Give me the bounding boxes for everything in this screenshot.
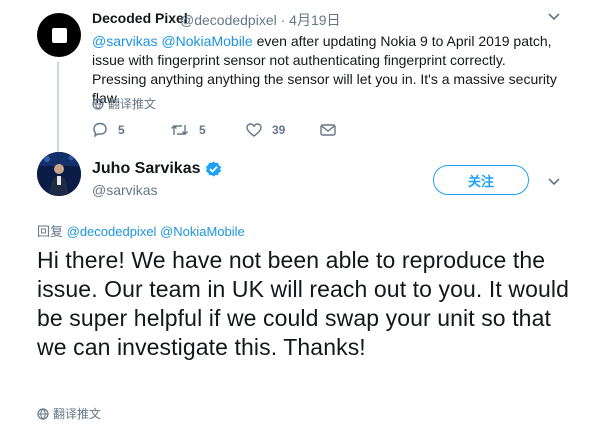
retweet-button[interactable]: 5	[170, 123, 246, 137]
verified-badge-icon	[205, 161, 222, 178]
message-button[interactable]	[320, 123, 336, 136]
translate-label: 翻译推文	[53, 407, 102, 421]
profile-photo	[37, 152, 81, 196]
mention-link[interactable]: @NokiaMobile	[161, 33, 252, 49]
retweet-count: 5	[199, 122, 206, 137]
tweet-text: Hi there! We have not been able to repro…	[37, 247, 569, 360]
author-handle[interactable]: @sarvikas	[92, 182, 158, 198]
avatar-decodedpixel[interactable]	[37, 13, 81, 57]
globe-icon	[37, 407, 49, 420]
replying-to: 回复 @decodedpixel @NokiaMobile	[37, 221, 245, 240]
author-handle-date[interactable]: @decodedpixel · 4月19日	[180, 10, 341, 30]
chevron-down-icon[interactable]	[548, 12, 562, 22]
reply-icon	[93, 122, 107, 137]
like-count: 39	[272, 122, 286, 137]
thread-line	[57, 62, 59, 155]
translate-link[interactable]: 翻译推文	[37, 405, 101, 422]
replying-mentions[interactable]: @decodedpixel @NokiaMobile	[67, 224, 245, 239]
logo-square	[51, 27, 67, 43]
reply-count: 5	[118, 122, 125, 137]
retweet-icon	[171, 124, 188, 135]
author-name[interactable]: Juho Sarvikas	[92, 160, 201, 178]
chevron-down-icon[interactable]	[548, 174, 560, 189]
translate-label: 翻译推文	[108, 97, 157, 111]
mention-link[interactable]: @sarvikas	[92, 33, 158, 49]
avatar-sarvikas[interactable]	[37, 152, 81, 196]
author-name[interactable]: Decoded Pixel	[92, 10, 188, 26]
tweet-text: @sarvikas @NokiaMobile even after updati…	[92, 32, 562, 108]
reply-button[interactable]: 5	[92, 122, 170, 137]
follow-button[interactable]: 关注	[433, 165, 529, 195]
heart-icon	[246, 122, 262, 137]
replying-prefix: 回复	[37, 224, 67, 239]
tweet-actions: 5 5 39	[92, 122, 336, 137]
envelope-icon	[320, 123, 336, 136]
like-button[interactable]: 39	[246, 123, 320, 137]
translate-link[interactable]: 翻译推文	[92, 95, 156, 112]
globe-icon	[92, 97, 104, 110]
